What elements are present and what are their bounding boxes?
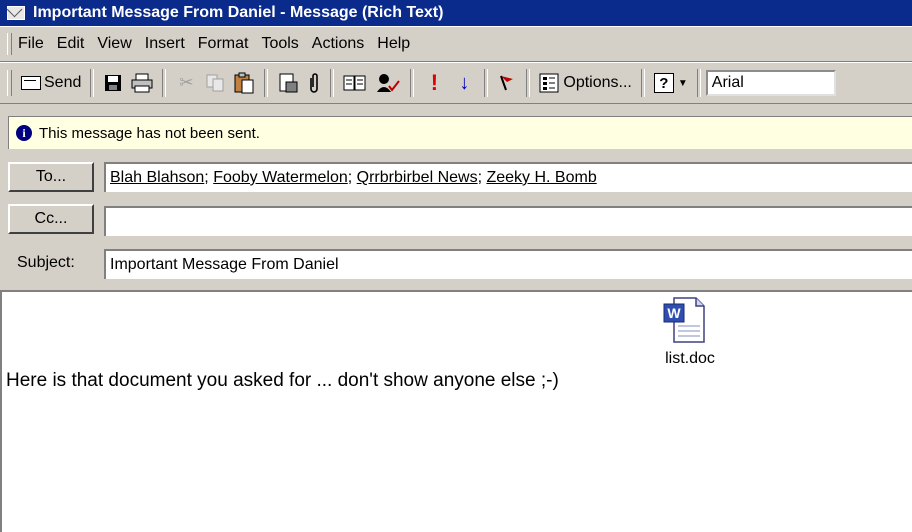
body-text: Here is that document you asked for ... … xyxy=(6,370,559,391)
options-icon xyxy=(539,73,559,93)
cut-button[interactable]: ✂ xyxy=(171,68,201,98)
menu-actions[interactable]: Actions xyxy=(312,35,364,53)
paste-icon xyxy=(234,72,254,94)
help-button[interactable]: ? ▼ xyxy=(650,68,692,98)
options-label: Options... xyxy=(563,74,632,91)
insert-file-icon xyxy=(279,73,298,93)
flag-button[interactable] xyxy=(493,68,521,98)
save-button[interactable] xyxy=(99,68,127,98)
standard-toolbar: Send ✂ ! ↓ Options... ? ▼ Arial xyxy=(0,62,912,104)
recipient-separator: ; xyxy=(204,169,214,186)
subject-field[interactable]: Important Message From Daniel xyxy=(104,249,912,279)
toolbar-separator xyxy=(162,69,167,97)
toolbar-separator xyxy=(264,69,269,97)
menu-bar: File Edit View Insert Format Tools Actio… xyxy=(0,26,912,62)
menu-edit[interactable]: Edit xyxy=(57,35,85,53)
toolbar-separator xyxy=(526,69,531,97)
toolbar-separator xyxy=(410,69,415,97)
print-button[interactable] xyxy=(127,68,157,98)
info-bar: i This message has not been sent. xyxy=(8,116,912,149)
font-name-select[interactable]: Arial xyxy=(705,70,836,96)
attachment-name[interactable]: list.doc xyxy=(658,350,722,368)
insert-file-button[interactable] xyxy=(273,68,303,98)
flag-icon xyxy=(500,75,514,91)
subject-label: Subject: xyxy=(17,254,75,271)
recipient-separator: ; xyxy=(477,169,487,186)
menu-tools[interactable]: Tools xyxy=(261,35,298,53)
recipient[interactable]: Zeeky H. Bomb xyxy=(486,169,596,187)
importance-low-button[interactable]: ↓ xyxy=(449,68,479,98)
window-title: Important Message From Daniel - Message … xyxy=(33,4,444,21)
mail-envelope-icon xyxy=(7,6,25,20)
recipient[interactable]: Blah Blahson xyxy=(110,169,204,187)
send-button[interactable]: Send xyxy=(17,68,85,98)
toolbar-separator xyxy=(696,69,701,97)
help-dropdown-icon[interactable]: ▼ xyxy=(678,78,688,89)
importance-low-icon: ↓ xyxy=(459,71,470,94)
recipient[interactable]: Fooby Watermelon xyxy=(213,169,348,187)
send-icon xyxy=(21,76,41,90)
menu-help[interactable]: Help xyxy=(377,35,410,53)
attach-button[interactable] xyxy=(303,68,325,98)
svg-text:W: W xyxy=(667,305,681,321)
title-bar: Important Message From Daniel - Message … xyxy=(0,0,912,26)
recipient-separator: ; xyxy=(347,169,357,186)
address-book-button[interactable] xyxy=(339,68,371,98)
toolbar-separator xyxy=(90,69,95,97)
cc-button[interactable]: Cc... xyxy=(8,204,94,234)
menu-insert[interactable]: Insert xyxy=(145,35,185,53)
paste-button[interactable] xyxy=(229,68,259,98)
menu-grip[interactable] xyxy=(7,33,12,55)
menu-view[interactable]: View xyxy=(97,35,131,53)
info-bar-text: This message has not been sent. xyxy=(39,124,260,142)
cut-icon: ✂ xyxy=(179,73,194,92)
info-icon: i xyxy=(16,125,32,141)
word-document-icon[interactable]: W xyxy=(662,296,706,344)
to-field[interactable]: Blah Blahson; Fooby Watermelon; Qrrbrbir… xyxy=(104,162,912,192)
recipient[interactable]: Qrrbrbirbel News xyxy=(357,169,478,187)
copy-icon xyxy=(206,74,224,92)
copy-button[interactable] xyxy=(201,68,229,98)
attach-icon xyxy=(310,73,319,93)
check-names-icon xyxy=(377,74,401,92)
check-names-button[interactable] xyxy=(371,68,405,98)
toolbar-separator xyxy=(484,69,489,97)
menu-file[interactable]: File xyxy=(18,35,44,53)
options-button[interactable]: Options... xyxy=(535,68,635,98)
save-icon xyxy=(105,75,122,91)
message-body[interactable]: W list.doc Here is that document you ask… xyxy=(0,290,912,532)
help-icon: ? xyxy=(653,73,674,93)
send-label: Send xyxy=(44,74,82,91)
importance-high-button[interactable]: ! xyxy=(419,68,449,98)
print-icon xyxy=(131,73,153,93)
importance-high-icon: ! xyxy=(430,70,439,95)
toolbar-separator xyxy=(330,69,335,97)
toolbar-separator xyxy=(640,69,645,97)
cc-field[interactable] xyxy=(104,206,912,236)
menu-format[interactable]: Format xyxy=(198,35,249,53)
address-book-icon xyxy=(343,75,366,91)
to-button[interactable]: To... xyxy=(8,162,94,192)
toolbar-grip[interactable] xyxy=(7,70,12,96)
